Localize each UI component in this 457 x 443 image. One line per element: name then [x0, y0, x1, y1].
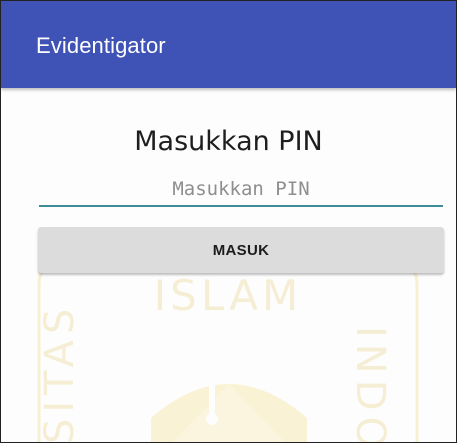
app-screen: Evidentigator ISLAM SITAS INDO Masukkan …: [0, 0, 457, 443]
masuk-button[interactable]: MASUK: [38, 227, 444, 273]
watermark-text-right: INDO: [347, 326, 393, 442]
watermark-text-top: ISLAM: [154, 271, 302, 320]
app-title: Evidentigator: [36, 33, 166, 58]
page-heading: Masukkan PIN: [134, 126, 323, 157]
watermark-text-left: SITAS: [37, 303, 83, 442]
app-bar: Evidentigator: [1, 1, 456, 88]
pin-input[interactable]: [39, 173, 443, 207]
